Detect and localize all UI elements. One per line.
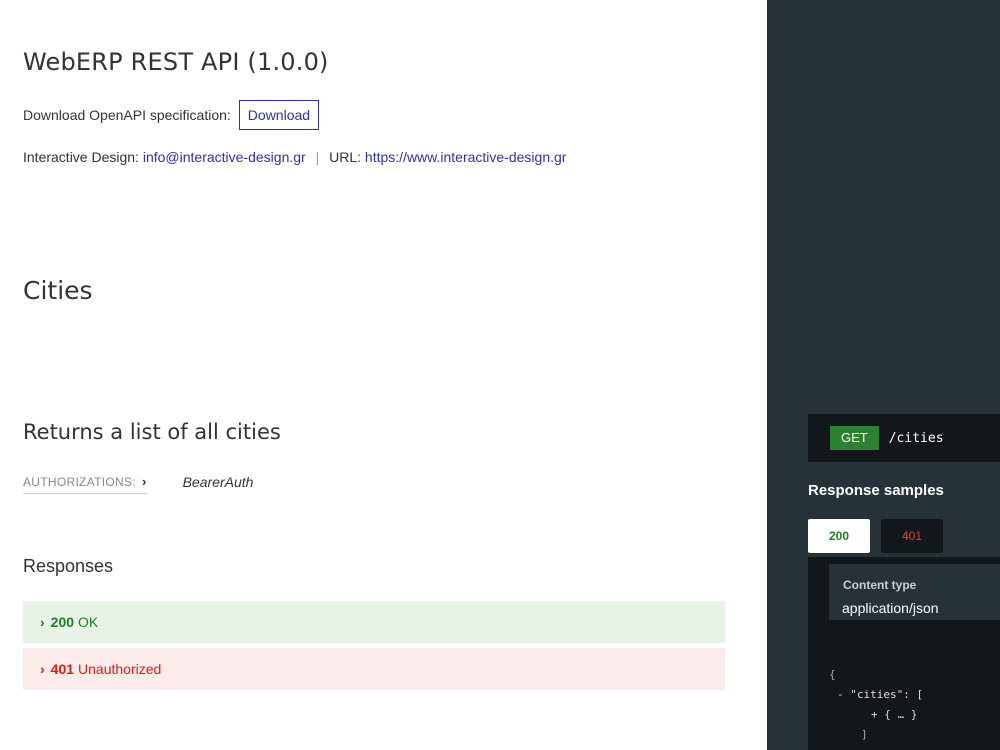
download-label: Download OpenAPI specification: (23, 107, 231, 123)
main-content: WebERP REST API (1.0.0) Download OpenAPI… (0, 0, 767, 750)
sample-box: Content type application/json { - "citie… (808, 557, 1000, 750)
authorizations-row: AUTHORIZATIONS: › BearerAuth (23, 474, 253, 494)
contact-row: Interactive Design: info@interactive-des… (23, 149, 566, 165)
chevron-right-icon: › (141, 474, 147, 489)
tab-401[interactable]: 401 (881, 519, 943, 553)
json-line: ] (861, 728, 868, 741)
contact-prefix: Interactive Design: (23, 149, 139, 165)
website-link[interactable]: https://www.interactive-design.gr (365, 149, 567, 165)
response-200[interactable]: › 200 OK (23, 601, 725, 643)
content-type-label: Content type (843, 578, 917, 592)
json-collapse-toggle[interactable]: - "cities": [ (829, 685, 923, 705)
contact-separator: | (315, 149, 320, 165)
content-type-value: application/json (842, 600, 939, 616)
json-expand-toggle[interactable]: + { … } (829, 705, 923, 725)
http-method-badge: GET (830, 426, 879, 450)
download-button[interactable]: Download (238, 100, 320, 130)
tab-200[interactable]: 200 (808, 519, 870, 553)
response-samples-title: Response samples (808, 482, 944, 499)
samples-panel: GET /cities Response samples 200 401 Con… (767, 0, 1000, 750)
content-type-box[interactable]: Content type application/json (829, 564, 1000, 620)
json-line: { (829, 668, 836, 681)
responses-heading: Responses (23, 556, 114, 576)
response-code: 401 (50, 661, 75, 677)
api-title: WebERP REST API (1.0.0) (23, 48, 329, 76)
endpoint-path: /cities (888, 430, 944, 446)
authorizations-toggle[interactable]: AUTHORIZATIONS: › (23, 474, 147, 494)
endpoint-bar[interactable]: GET /cities (808, 414, 1000, 462)
url-prefix: URL: (329, 149, 362, 165)
response-text: Unauthorized (78, 661, 162, 677)
operation-title: Returns a list of all cities (23, 420, 281, 444)
json-sample: { - "cities": [ + { … } ] (829, 665, 923, 745)
response-text: OK (78, 614, 99, 630)
section-title: Cities (23, 276, 93, 305)
authorizations-label: AUTHORIZATIONS: (23, 474, 136, 489)
response-code: 200 (50, 614, 75, 630)
chevron-right-icon: › (40, 661, 45, 677)
contact-email-link[interactable]: info@interactive-design.gr (143, 149, 306, 165)
chevron-right-icon: › (40, 614, 45, 630)
response-401[interactable]: › 401 Unauthorized (23, 648, 725, 690)
auth-scheme: BearerAuth (182, 474, 254, 490)
download-row: Download OpenAPI specification: Download (23, 99, 320, 131)
